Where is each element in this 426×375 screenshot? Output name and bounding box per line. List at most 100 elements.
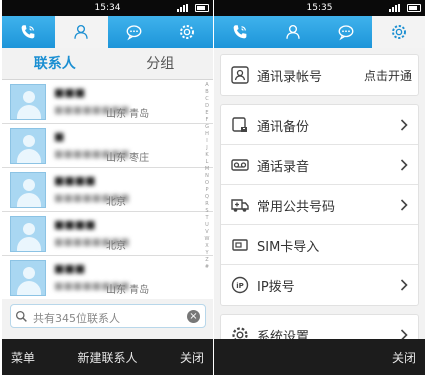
subtab-groups[interactable]: 分组 xyxy=(108,48,214,79)
index-letter[interactable]: X xyxy=(203,243,211,250)
tab-contacts[interactable] xyxy=(267,16,320,48)
index-letter[interactable]: C xyxy=(203,96,211,103)
index-letter[interactable]: T xyxy=(203,215,211,222)
contact-location: 北京 xyxy=(106,197,126,208)
settings-icon xyxy=(391,25,406,39)
menu-item-backup[interactable]: 通讯备份 xyxy=(221,105,418,145)
contact-name: ■■■ xyxy=(54,86,86,99)
menu-item-label: IP拨号 xyxy=(257,280,295,295)
contacts-icon xyxy=(74,24,88,39)
list-item[interactable]: ■■■ ■■■■■■■■ 山东 青岛 xyxy=(2,256,213,299)
settings-icon xyxy=(179,25,194,39)
menu-button[interactable]: 菜单 xyxy=(11,349,35,366)
account-label: 通讯录帐号 xyxy=(257,70,323,85)
account-card: 通讯录帐号 点击开通 xyxy=(220,54,419,96)
tab-dialer[interactable] xyxy=(2,16,55,48)
list-item[interactable]: ■■■■ ■■■■■■■■ 北京 xyxy=(2,168,213,212)
index-letter[interactable]: J xyxy=(203,145,211,152)
activate-link[interactable]: 点击开通 xyxy=(364,67,412,84)
tab-dialer[interactable] xyxy=(214,16,267,48)
index-letter[interactable]: U xyxy=(203,222,211,229)
index-letter[interactable]: E xyxy=(203,110,211,117)
menu-item-sim-import[interactable]: SIM卡导入 xyxy=(221,225,418,265)
chevron-right-icon xyxy=(400,159,408,171)
message-icon xyxy=(126,25,142,41)
menu-item-ip-dial[interactable]: iP IP拨号 xyxy=(221,265,418,305)
index-letter[interactable]: W xyxy=(203,236,211,243)
phone-icon xyxy=(22,25,35,39)
index-letter[interactable]: Z xyxy=(203,257,211,264)
index-letter[interactable]: L xyxy=(203,159,211,166)
avatar xyxy=(10,216,46,252)
tab-messages[interactable] xyxy=(320,16,373,48)
index-letter[interactable]: Y xyxy=(203,250,211,257)
account-item[interactable]: 通讯录帐号 点击开通 xyxy=(221,55,418,95)
contact-location: 北京 xyxy=(106,241,126,252)
index-letter[interactable]: A xyxy=(203,82,211,89)
close-button[interactable]: 关闭 xyxy=(392,349,416,366)
backup-icon xyxy=(232,117,247,132)
close-button[interactable]: 关闭 xyxy=(180,349,204,366)
phone-icon xyxy=(234,25,247,39)
tab-contacts[interactable] xyxy=(54,16,108,48)
index-letter[interactable]: D xyxy=(203,103,211,110)
avatar xyxy=(10,260,46,296)
index-letter[interactable]: M xyxy=(203,166,211,173)
index-letter[interactable]: O xyxy=(203,180,211,187)
index-letter[interactable]: # xyxy=(203,264,211,271)
index-letter[interactable]: K xyxy=(203,152,211,159)
search-input[interactable]: 共有345位联系人 × xyxy=(10,304,206,328)
alphabet-index[interactable]: A B C D E F G H I J K L M N O P Q R S T U V W X Y Z # xyxy=(203,82,211,271)
index-letter[interactable]: H xyxy=(203,131,211,138)
status-time: 15:34 xyxy=(94,3,121,13)
contact-list[interactable]: ■■■ ■■■■■■■■ 山东 青岛 ■ ■■■■■■■■ 山东 枣庄 ■■■■… xyxy=(2,80,213,299)
list-item[interactable]: ■■■ ■■■■■■■■ 山东 青岛 xyxy=(2,80,213,124)
contact-name: ■■■■ xyxy=(54,218,96,231)
settings-screen: 15:35 通讯录帐号 点击开通 通讯备份 通话录音 常用公共号码 SIM卡导入… xyxy=(214,0,425,375)
chevron-right-icon xyxy=(400,199,408,211)
main-tabbar xyxy=(2,16,213,48)
contacts-icon xyxy=(286,24,300,39)
tab-settings[interactable] xyxy=(160,16,213,48)
tab-settings[interactable] xyxy=(372,16,425,48)
index-letter[interactable]: V xyxy=(203,229,211,236)
new-contact-button[interactable]: 新建联系人 xyxy=(77,349,137,366)
avatar xyxy=(10,84,46,120)
subtab-contacts[interactable]: 联系人 xyxy=(2,48,108,79)
index-letter[interactable]: S xyxy=(203,208,211,215)
signal-icon xyxy=(177,4,191,12)
settings-menu: 通讯录帐号 点击开通 通讯备份 通话录音 常用公共号码 SIM卡导入 iP IP… xyxy=(214,48,425,364)
svg-text:iP: iP xyxy=(236,282,244,290)
signal-icon xyxy=(389,4,403,12)
tab-messages[interactable] xyxy=(108,16,161,48)
index-letter[interactable]: I xyxy=(203,138,211,145)
clear-icon[interactable]: × xyxy=(187,310,200,323)
menu-item-label: 常用公共号码 xyxy=(257,200,336,215)
contact-name: ■■■ xyxy=(54,262,86,275)
search-icon xyxy=(15,310,27,322)
index-letter[interactable]: F xyxy=(203,117,211,124)
index-letter[interactable]: N xyxy=(203,173,211,180)
index-letter[interactable]: Q xyxy=(203,194,211,201)
sim-card-icon xyxy=(232,239,248,251)
list-item[interactable]: ■■■■ ■■■■■■■■ 北京 xyxy=(2,212,213,256)
menu-item-label: 通话录音 xyxy=(257,160,310,175)
index-letter[interactable]: B xyxy=(203,89,211,96)
index-letter[interactable]: G xyxy=(203,124,211,131)
recording-icon xyxy=(231,159,249,171)
bottom-bar: 关闭 xyxy=(214,339,425,375)
search-placeholder: 共有345位联系人 xyxy=(33,312,120,325)
contact-location: 山东 青岛 xyxy=(106,285,150,296)
chevron-right-icon xyxy=(400,279,408,291)
status-bar: 15:34 xyxy=(2,0,213,16)
battery-icon xyxy=(407,4,421,12)
menu-item-public-numbers[interactable]: 常用公共号码 xyxy=(221,185,418,225)
avatar xyxy=(10,172,46,208)
list-item[interactable]: ■ ■■■■■■■■ 山东 枣庄 xyxy=(2,124,213,168)
index-letter[interactable]: R xyxy=(203,201,211,208)
menu-item-recording[interactable]: 通话录音 xyxy=(221,145,418,185)
contact-name: ■■■■ xyxy=(54,174,96,187)
index-letter[interactable]: P xyxy=(203,187,211,194)
avatar xyxy=(10,128,46,164)
main-tabbar xyxy=(214,16,425,48)
